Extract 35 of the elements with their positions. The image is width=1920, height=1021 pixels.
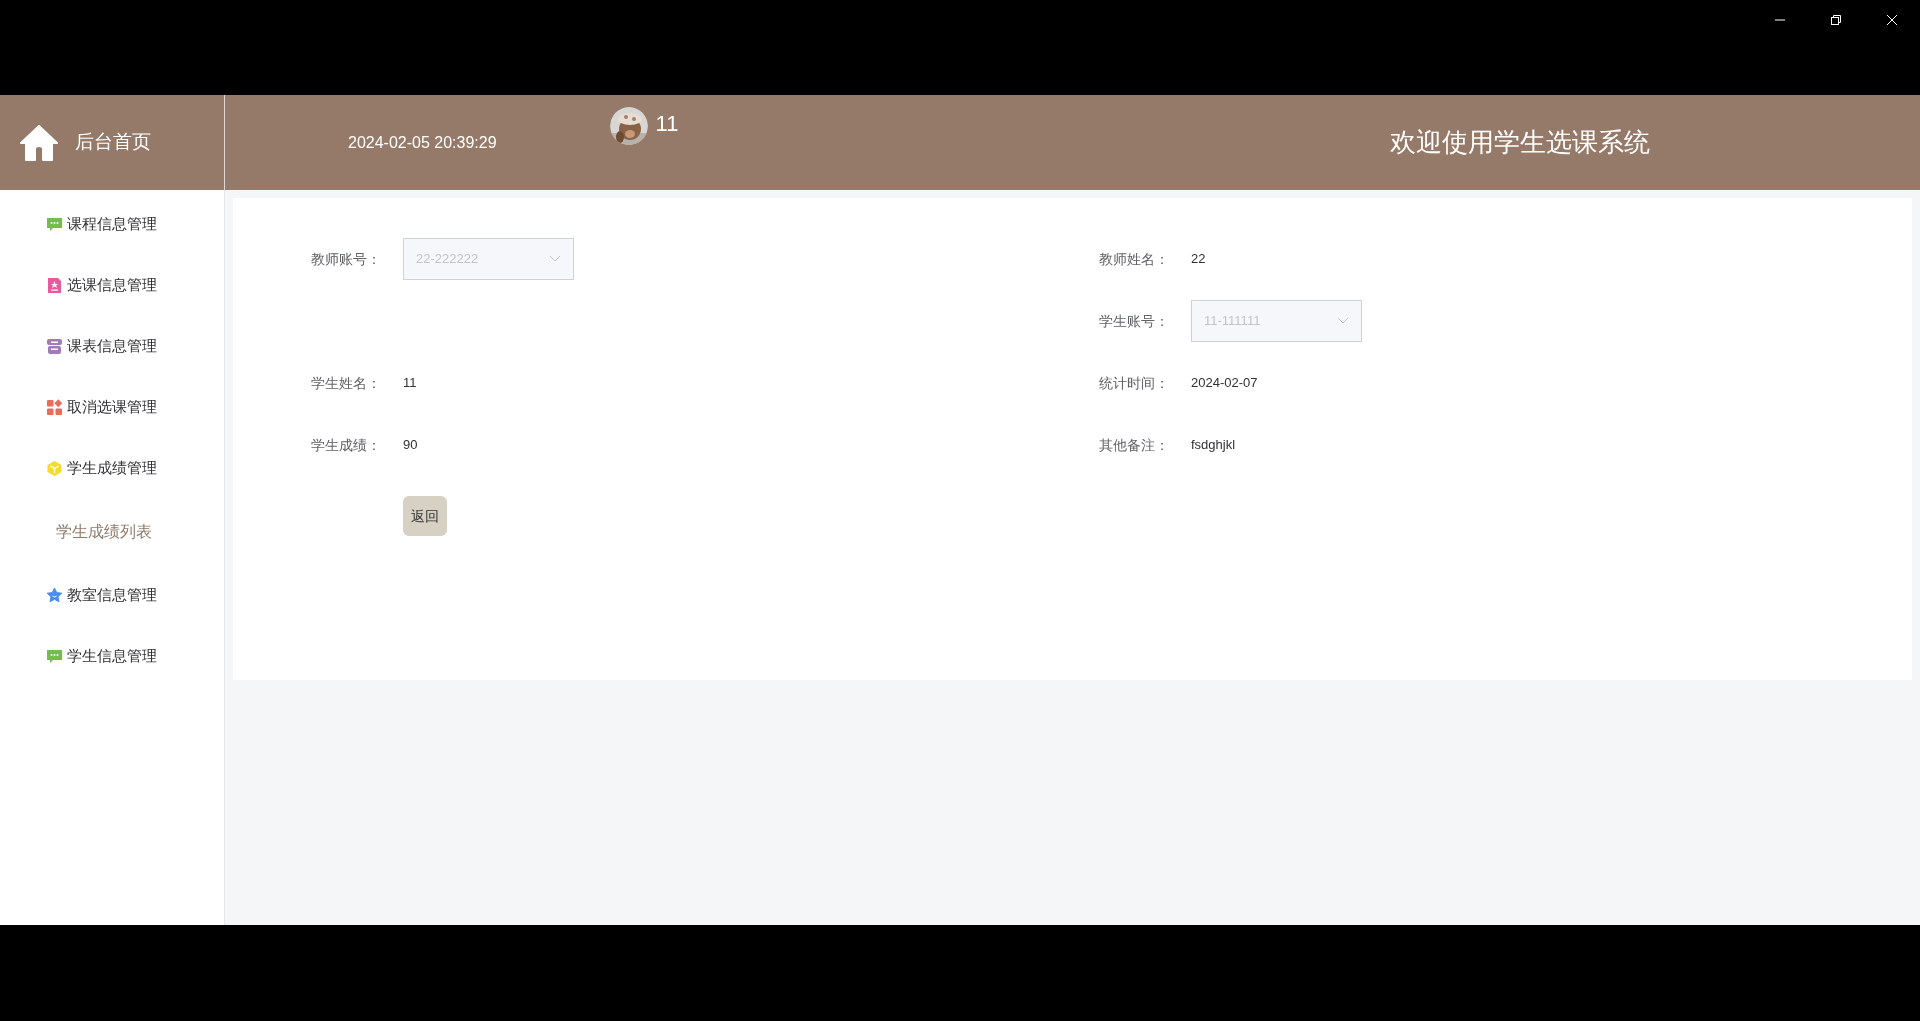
chat-icon	[46, 216, 63, 233]
username-text: 11	[655, 113, 679, 135]
datetime-text: 2024-02-05 20:39:29	[348, 132, 497, 153]
field-value: fsdghjkl	[1191, 436, 1236, 455]
star-icon	[46, 587, 63, 604]
field-value: 2024-02-07	[1191, 374, 1258, 393]
menu-item[interactable]: 课程信息管理	[67, 213, 157, 236]
archive-icon	[46, 338, 63, 355]
menu-item[interactable]: 学生成绩管理	[67, 457, 157, 480]
cube-icon	[46, 460, 63, 477]
chevron-down-icon	[1337, 317, 1349, 325]
menu-item[interactable]: 教室信息管理	[67, 584, 157, 607]
home-icon[interactable]	[20, 124, 58, 161]
menu-item[interactable]: 课表信息管理	[67, 335, 157, 358]
welcome-title: 欢迎使用学生选课系统	[1390, 126, 1650, 159]
field-label: 统计时间：	[1099, 373, 1170, 393]
field-value: 11	[403, 374, 417, 393]
chevron-down-icon	[549, 255, 561, 263]
menu-item[interactable]: 取消选课管理	[67, 396, 157, 419]
document-icon	[46, 277, 63, 294]
chat-icon	[46, 648, 63, 665]
blocks-icon	[46, 399, 63, 416]
field-label: 教师账号：	[311, 249, 382, 269]
submenu-item[interactable]: 学生成绩列表	[56, 520, 152, 544]
field-value: 22	[1191, 250, 1206, 269]
field-value: 90	[403, 436, 418, 455]
back-button[interactable]: 返回	[403, 496, 447, 536]
field-label: 学生成绩：	[311, 435, 382, 455]
field-label: 学生姓名：	[311, 373, 382, 393]
field-label: 其他备注：	[1099, 435, 1170, 455]
menu-item[interactable]: 选课信息管理	[67, 274, 157, 297]
menu-item[interactable]: 学生信息管理	[67, 645, 157, 668]
home-link[interactable]: 后台首页	[75, 128, 151, 157]
field-label: 学生账号：	[1099, 311, 1170, 331]
field-label: 教师姓名：	[1099, 249, 1170, 269]
